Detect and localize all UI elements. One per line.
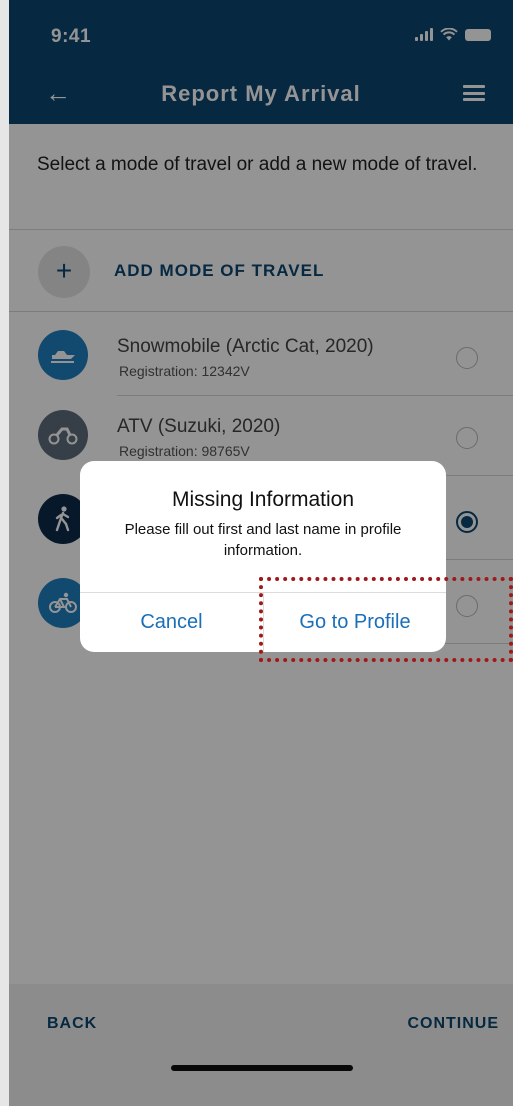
highlight-box	[259, 577, 513, 662]
dialog-title: Missing Information	[171, 488, 355, 511]
phone-screen: 9:41 ← Report My Arrival Select a mode o…	[9, 0, 513, 1106]
cancel-button[interactable]: Cancel	[80, 592, 263, 652]
dialog-message: Please fill out first and last name in p…	[124, 521, 402, 559]
